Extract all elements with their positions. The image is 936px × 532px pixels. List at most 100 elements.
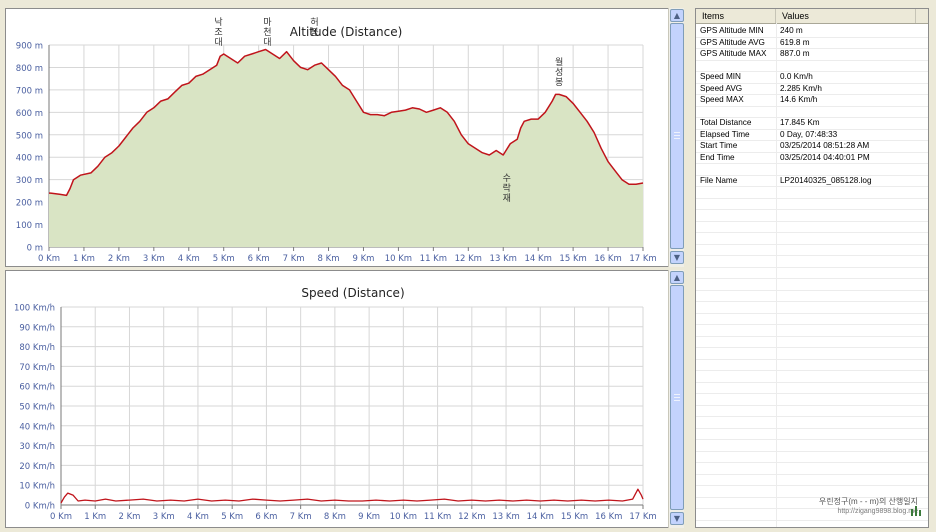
x-tick-label: 9 Km [358,512,380,522]
stat-item-value: 240 m [780,26,803,35]
x-tick-label: 8 Km [318,254,340,264]
y-tick-label: 100 Km/h [14,304,55,314]
annotation-char: 수 [503,173,511,184]
stat-item-value: 14.6 Km/h [780,95,818,104]
speed-scrollbar[interactable]: ▲ ▼ [668,270,684,528]
y-tick-label: 600 m [16,109,43,119]
x-tick-label: 4 Km [187,512,209,522]
x-tick-label: 17 Km [629,254,656,264]
stat-item-label: GPS Altitude AVG [700,37,765,47]
y-tick-label: 60 Km/h [19,383,55,393]
annotation-char: 마 [263,17,272,28]
y-tick-label: 30 Km/h [19,442,55,452]
stat-item-label: GPS Altitude MAX [700,49,767,58]
x-tick-label: 4 Km [178,254,200,264]
y-tick-label: 10 Km/h [19,482,55,492]
annotation-char: 대 [263,37,271,48]
watermark-title: 우린정구(m - - m)의 산행일지 [818,497,918,506]
stat-item-value: 0.0 Km/h [780,72,813,81]
y-tick-label: 100 m [16,221,43,231]
watermark: 우린정구(m - - m)의 산행일지 http://zigang9898.bl… [819,497,918,517]
gridlines [60,306,644,506]
scroll-up-button[interactable]: ▲ [670,271,684,284]
y-tick-label: 500 m [16,131,43,141]
stat-item-label: Elapsed Time [700,129,750,139]
y-tick-label: 90 Km/h [19,323,55,333]
watermark-url: http://zigang9898.blog.me [837,508,918,515]
y-tick-label: 0 m [27,244,43,254]
x-tick-label: 14 Km [527,512,554,522]
stat-item-label: Total Distance [700,118,752,127]
peak-annotation: 수락재 [503,173,511,204]
x-tick-label: 6 Km [248,254,270,264]
annotation-char: 천 [263,27,271,38]
x-tick-label: 10 Km [385,254,412,264]
peak-annotation: 월성봉 [555,56,563,88]
annotation-char: 월 [555,56,563,68]
x-tick-label: 15 Km [559,254,586,264]
chevron-down-icon: ▼ [673,252,681,262]
chevron-down-icon: ▼ [673,513,681,523]
x-tick-label: 1 Km [73,254,95,264]
stat-item-value: 0 Day, 07:48:33 [780,129,838,139]
annotation-char: 대 [214,37,222,48]
annotation-char: 조 [214,28,222,38]
x-tick-label: 3 Km [143,254,165,264]
peak-annotation: 낙조대 [214,17,222,48]
stat-item-label: Speed MIN [700,72,741,81]
chevron-up-icon: ▲ [673,10,681,20]
x-tick-label: 11 Km [424,512,451,522]
annotation-char: 락 [503,182,511,194]
stat-item-value: 17.845 Km [780,118,820,127]
altitude-chart: Altitude (Distance) 0 m 100 m 200 m 300 m 40… [16,17,657,264]
chevron-up-icon: ▲ [673,272,681,282]
speed-chart-title: Speed (Distance) [301,286,404,300]
annotation-char: 봉 [310,27,318,38]
x-tick-label: 0 Km [38,254,60,264]
x-tick-label: 13 Km [490,254,517,264]
stats-header: Items Values [696,9,928,24]
x-tick-label: 12 Km [458,512,485,522]
y-tick-label: 70 Km/h [19,363,55,373]
stat-item-value: 03/25/2014 04:40:01 PM [780,152,870,162]
x-tick-label: 17 Km [629,512,656,522]
x-tick-label: 7 Km [290,512,312,522]
peak-annotation: 마천대 [263,17,272,48]
column-header-items[interactable]: Items [696,9,776,23]
x-tick-label: 2 Km [108,254,130,264]
altitude-chart-title: Altitude (Distance) [290,25,403,39]
stat-item-label: Start Time [700,141,738,150]
column-header-values[interactable]: Values [776,9,916,23]
y-tick-label: 900 m [16,42,43,52]
speed-chart: Speed (Distance) 0 Km/h 10 Km/h 20 Km/h 30 … [14,286,657,522]
altitude-chart-panel: Altitude (Distance) 0 m 100 m 200 m 300 m 40… [5,8,669,267]
stat-item-value: 619.8 m [780,37,810,47]
scroll-thumb[interactable] [670,285,684,510]
speed-chart-panel: Speed (Distance) 0 Km/h 10 Km/h 20 Km/h 30 … [5,270,669,528]
x-tick-label: 8 Km [324,512,346,522]
y-tick-label: 800 m [16,64,43,74]
x-tick-label: 5 Km [213,254,235,264]
x-tick-label: 14 Km [524,254,551,264]
x-tick-label: 2 Km [118,512,140,522]
y-tick-label: 50 Km/h [19,403,55,413]
x-tick-label: 16 Km [594,254,621,264]
x-tick-label: 12 Km [455,254,482,264]
x-tick-label: 0 Km [50,512,72,522]
stats-list[interactable]: Items Values GPS Altitude MIN 240 m GPS Al… [695,8,929,528]
y-tick-label: 700 m [16,86,43,96]
stat-item-value: LP20140325_085128.log [780,175,872,185]
altitude-scrollbar[interactable]: ▲ ▼ [668,8,684,267]
stat-item-value: 887.0 m [780,49,810,58]
y-tick-label: 400 m [16,154,43,164]
scroll-up-button[interactable]: ▲ [670,9,684,22]
stat-item-label: Speed AVG [700,83,743,93]
scroll-down-button[interactable]: ▼ [670,512,684,525]
x-tick-label: 10 Km [390,512,417,522]
y-tick-label: 200 m [16,199,43,209]
scroll-thumb[interactable] [670,23,684,249]
x-tick-label: 7 Km [283,254,305,264]
peak-annotation: 허봉 [310,17,318,38]
y-tick-label: 20 Km/h [19,462,55,472]
scroll-down-button[interactable]: ▼ [670,251,684,264]
